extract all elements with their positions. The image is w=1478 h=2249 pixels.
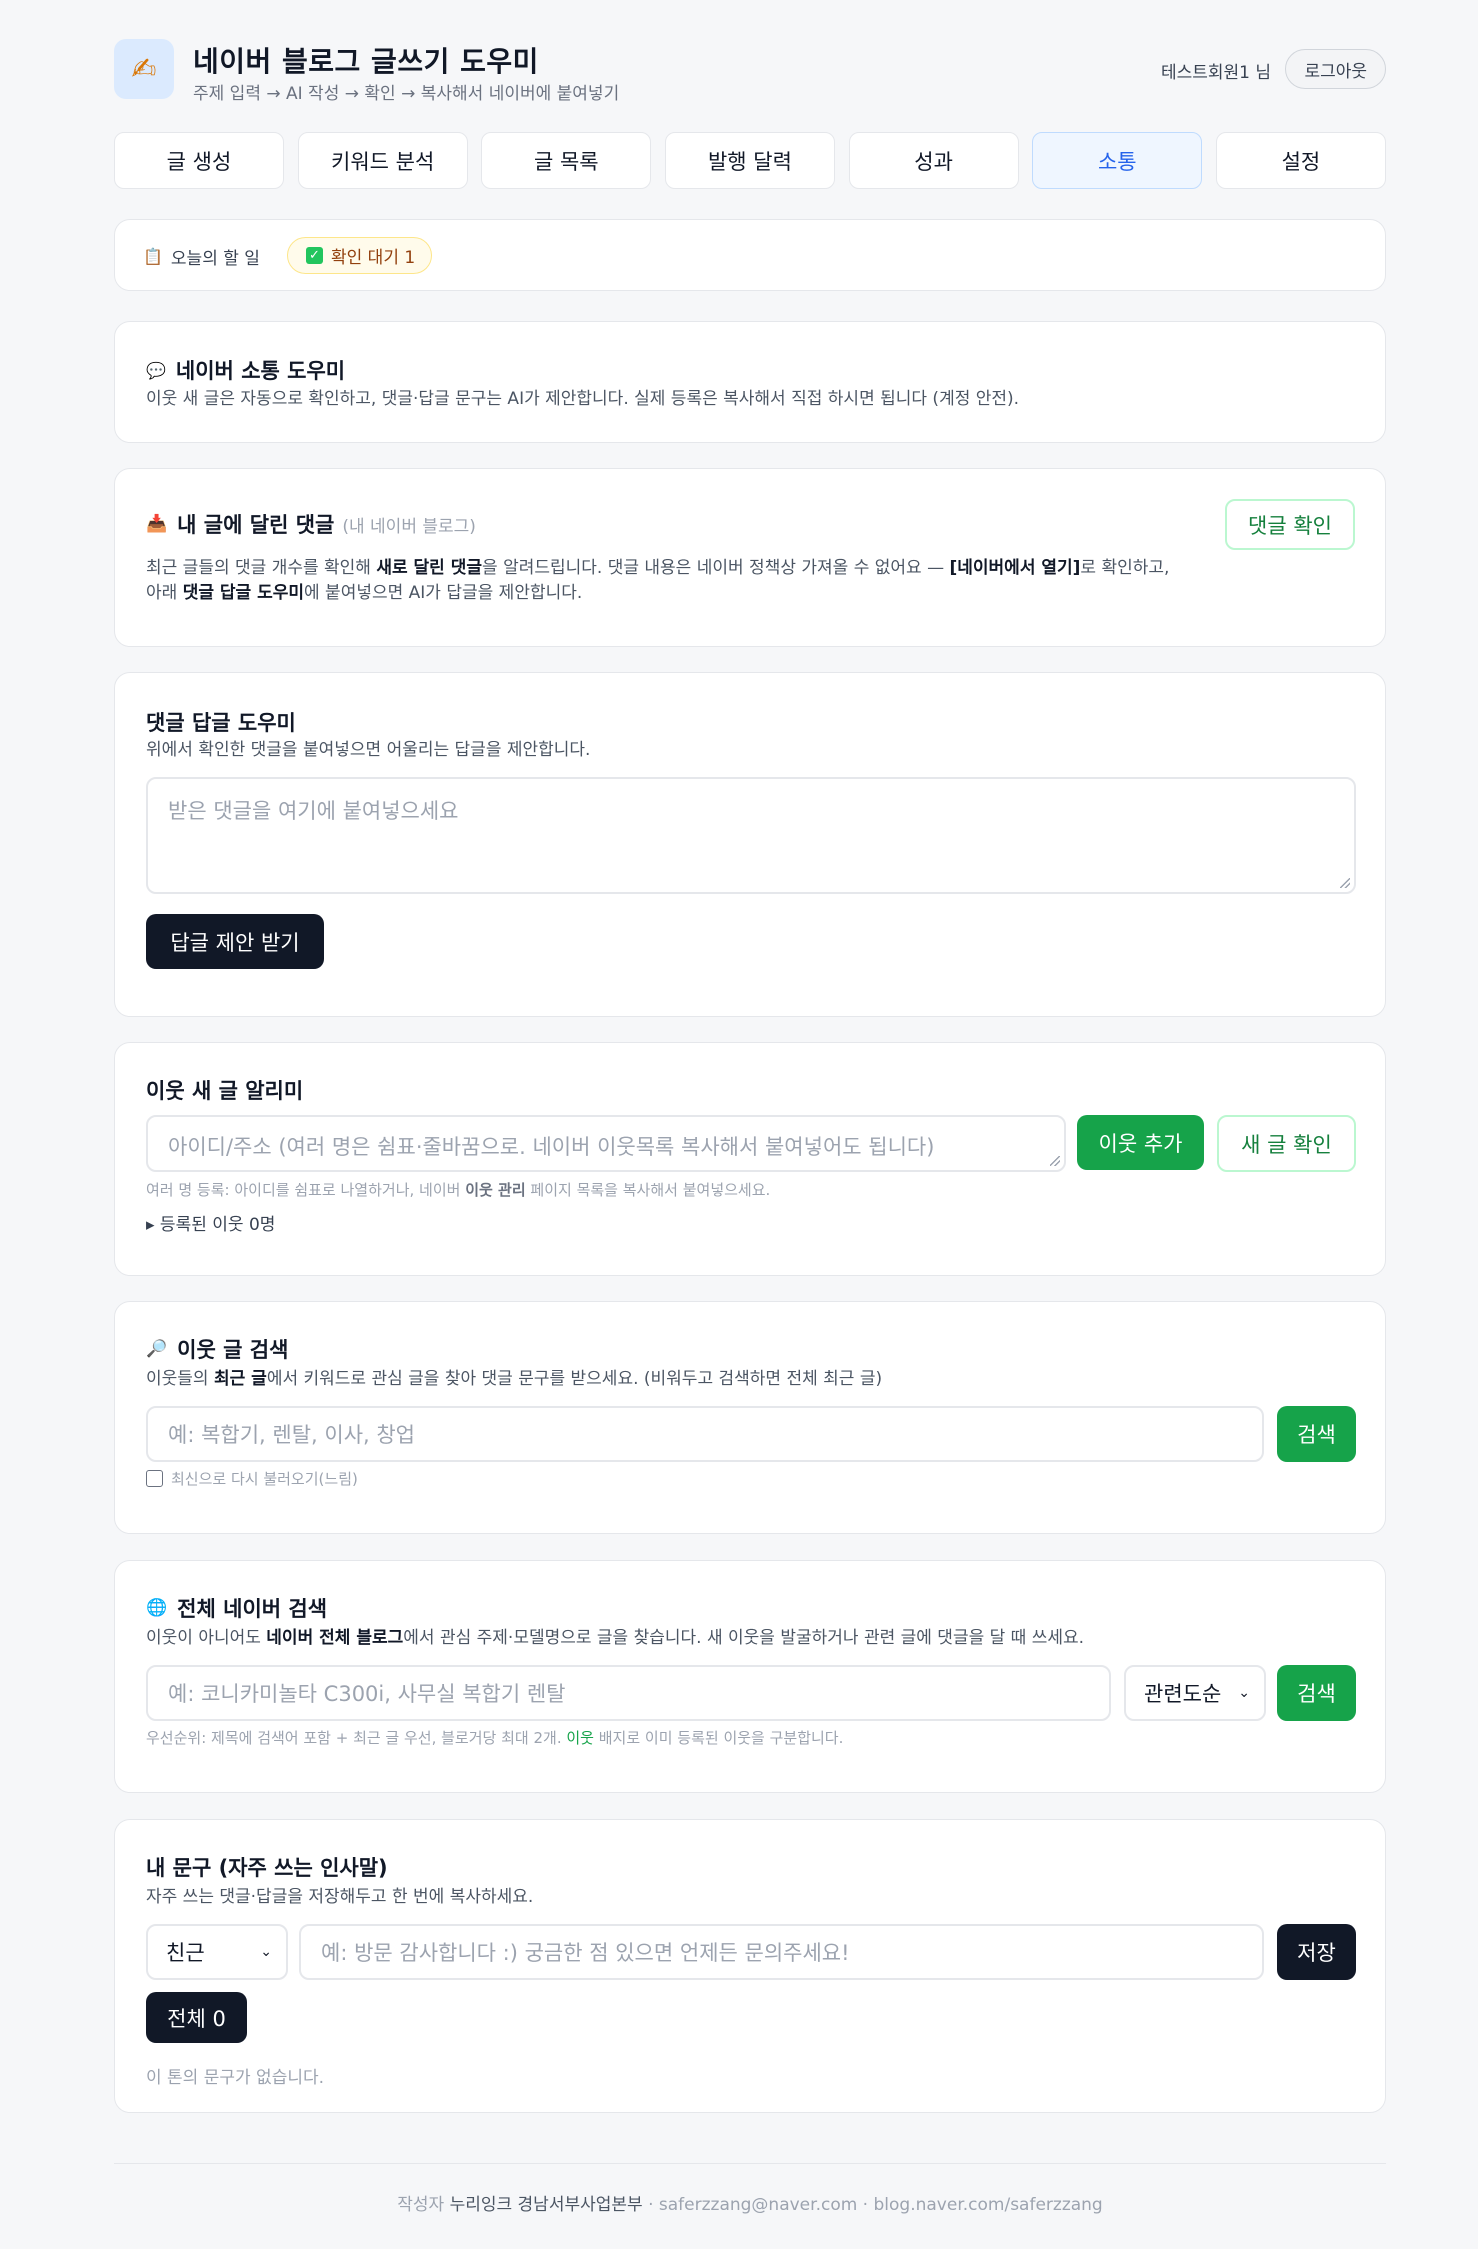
footer-author: 누리잉크 경남서부사업본부	[449, 2195, 643, 2215]
refresh-checkbox-label: 최신으로 다시 불러오기(느림)	[171, 1470, 358, 1488]
chevron-down-icon: ⌄	[260, 1944, 272, 1960]
check-new-posts-button[interactable]: 새 글 확인	[1217, 1115, 1356, 1172]
neighbor-search-title: 이웃 글 검색	[177, 1338, 289, 1362]
reply-helper-desc: 위에서 확인한 댓글을 붙여넣으면 어울리는 답글을 제안합니다.	[146, 740, 591, 760]
user-name: 테스트회원1 님	[1160, 63, 1271, 83]
filter-all-button[interactable]: 전체 0	[146, 1992, 247, 2043]
reply-comment-textarea[interactable]: 받은 댓글을 여기에 붙여넣으세요	[146, 777, 1356, 894]
intro-card: 💬 네이버 소통 도우미 이웃 새 글은 자동으로 확인하고, 댓글·답글 문구…	[114, 321, 1386, 443]
reply-helper-card: 댓글 답글 도우미 위에서 확인한 댓글을 붙여넣으면 어울리는 답글을 제안합…	[114, 672, 1386, 1017]
neighbor-alert-card: 이웃 새 글 알리미 아이디/주소 (여러 명은 쉼표·줄바꿈으로. 네이버 이…	[114, 1042, 1386, 1276]
naver-search-desc: 이웃이 아니어도 네이버 전체 블로그에서 관심 주제·모델명으로 글을 찾습니…	[146, 1628, 1085, 1648]
tab-post-list[interactable]: 글 목록	[481, 132, 652, 189]
footer-divider	[114, 2163, 1386, 2164]
todo-card: 📋 오늘의 할 일 ✓ 확인 대기 1	[114, 219, 1386, 291]
check-comments-button[interactable]: 댓글 확인	[1225, 499, 1355, 550]
tab-keyword[interactable]: 키워드 분석	[297, 132, 468, 189]
clipboard-icon: 📋	[143, 247, 163, 266]
suggest-reply-button[interactable]: 답글 제안 받기	[146, 914, 324, 969]
chevron-down-icon: ⌄	[1238, 1685, 1250, 1701]
logout-button[interactable]: 로그아웃	[1285, 49, 1386, 89]
registered-neighbors-toggle[interactable]: ▸ 등록된 이웃 0명	[146, 1210, 275, 1235]
pending-badge[interactable]: ✓ 확인 대기 1	[287, 237, 433, 274]
my-comments-card: 📥 내 글에 달린 댓글 (내 네이버 블로그) 댓글 확인 최근 글들의 댓글…	[114, 468, 1386, 647]
tab-performance[interactable]: 성과	[848, 132, 1019, 189]
naver-search-hint: 우선순위: 제목에 검색어 포함 + 최근 글 우선, 블로거당 최대 2개. …	[146, 1729, 844, 1747]
save-phrase-button[interactable]: 저장	[1277, 1924, 1356, 1980]
my-comments-title: 내 글에 달린 댓글	[177, 513, 335, 537]
app-header: ✍ 네이버 블로그 글쓰기 도우미 주제 입력 → AI 작성 → 확인 → 복…	[114, 0, 1386, 120]
phrases-empty-text: 이 톤의 문구가 없습니다.	[146, 2068, 325, 2088]
sort-select[interactable]: 관련도순 ⌄	[1124, 1665, 1266, 1721]
reply-helper-title: 댓글 답글 도우미	[146, 711, 296, 735]
footer-blog-link[interactable]: blog.naver.com/saferzzang	[874, 2195, 1103, 2215]
footer: 작성자 누리잉크 경남서부사업본부 · saferzzang@naver.com…	[397, 2195, 1103, 2215]
my-comments-note: (내 네이버 블로그)	[342, 516, 476, 537]
neighbor-id-textarea[interactable]: 아이디/주소 (여러 명은 쉼표·줄바꿈으로. 네이버 이웃목록 복사해서 붙여…	[146, 1115, 1066, 1172]
pending-badge-label: 확인 대기 1	[331, 248, 416, 268]
main-tabs: 글 생성 키워드 분석 글 목록 발행 달력 성과 소통 설정	[114, 132, 1386, 189]
todo-label: 오늘의 할 일	[170, 249, 260, 269]
tab-calendar[interactable]: 발행 달력	[664, 132, 835, 189]
naver-search-input[interactable]: 예: 코니카미놀타 C300i, 사무실 복합기 렌탈	[146, 1665, 1111, 1721]
footer-email[interactable]: saferzzang@naver.com	[659, 2195, 857, 2215]
intro-title: 네이버 소통 도우미	[175, 359, 346, 383]
inbox-tray-icon: 📥	[146, 514, 168, 534]
tab-communication[interactable]: 소통	[1032, 132, 1203, 189]
tab-generate[interactable]: 글 생성	[114, 132, 284, 189]
naver-search-button[interactable]: 검색	[1277, 1665, 1356, 1721]
naver-search-title: 전체 네이버 검색	[177, 1597, 328, 1621]
add-neighbor-button[interactable]: 이웃 추가	[1077, 1115, 1204, 1170]
naver-search-card: 🌐 전체 네이버 검색 이웃이 아니어도 네이버 전체 블로그에서 관심 주제·…	[114, 1560, 1386, 1793]
neighbor-search-input[interactable]: 예: 복합기, 렌탈, 이사, 창업	[146, 1406, 1264, 1462]
neighbor-search-button[interactable]: 검색	[1277, 1406, 1356, 1462]
phrases-title: 내 문구 (자주 쓰는 인사말)	[146, 1856, 388, 1880]
neighbor-search-card: 🔎 이웃 글 검색 이웃들의 최근 글에서 키워드로 관심 글을 찾아 댓글 문…	[114, 1301, 1386, 1534]
speech-bubble-icon: 💬	[146, 360, 166, 380]
app-subtitle: 주제 입력 → AI 작성 → 확인 → 복사해서 네이버에 붙여넣기	[193, 84, 620, 104]
tab-settings[interactable]: 설정	[1215, 132, 1386, 189]
app-title: 네이버 블로그 글쓰기 도우미	[193, 45, 539, 78]
resize-grip-icon[interactable]	[1050, 1156, 1060, 1166]
neighbor-alert-hint: 여러 명 등록: 아이디를 쉼표로 나열하거나, 네이버 이웃 관리 페이지 목…	[146, 1181, 771, 1199]
neighbor-search-desc: 이웃들의 최근 글에서 키워드로 관심 글을 찾아 댓글 문구를 받으세요. (…	[146, 1369, 883, 1389]
globe-icon: 🌐	[146, 1598, 168, 1618]
phrases-card: 내 문구 (자주 쓰는 인사말) 자주 쓰는 댓글·답글을 저장해두고 한 번에…	[114, 1819, 1386, 2113]
magnifier-icon: 🔎	[146, 1339, 168, 1359]
refresh-checkbox[interactable]	[146, 1470, 163, 1487]
phrases-desc: 자주 쓰는 댓글·답글을 저장해두고 한 번에 복사하세요.	[146, 1887, 534, 1907]
resize-grip-icon[interactable]	[1340, 878, 1350, 888]
my-comments-desc: 최근 글들의 댓글 개수를 확인해 새로 달린 댓글을 알려드립니다. 댓글 내…	[146, 558, 1170, 603]
check-box-icon: ✓	[306, 247, 323, 264]
tone-select[interactable]: 친근 ⌄	[146, 1924, 288, 1980]
writing-hand-icon: ✍	[114, 39, 174, 99]
intro-desc: 이웃 새 글은 자동으로 확인하고, 댓글·답글 문구는 AI가 제안합니다. …	[146, 389, 1020, 409]
neighbor-alert-title: 이웃 새 글 알리미	[146, 1079, 304, 1103]
phrase-input[interactable]: 예: 방문 감사합니다 :) 궁금한 점 있으면 언제든 문의주세요!	[299, 1924, 1264, 1980]
